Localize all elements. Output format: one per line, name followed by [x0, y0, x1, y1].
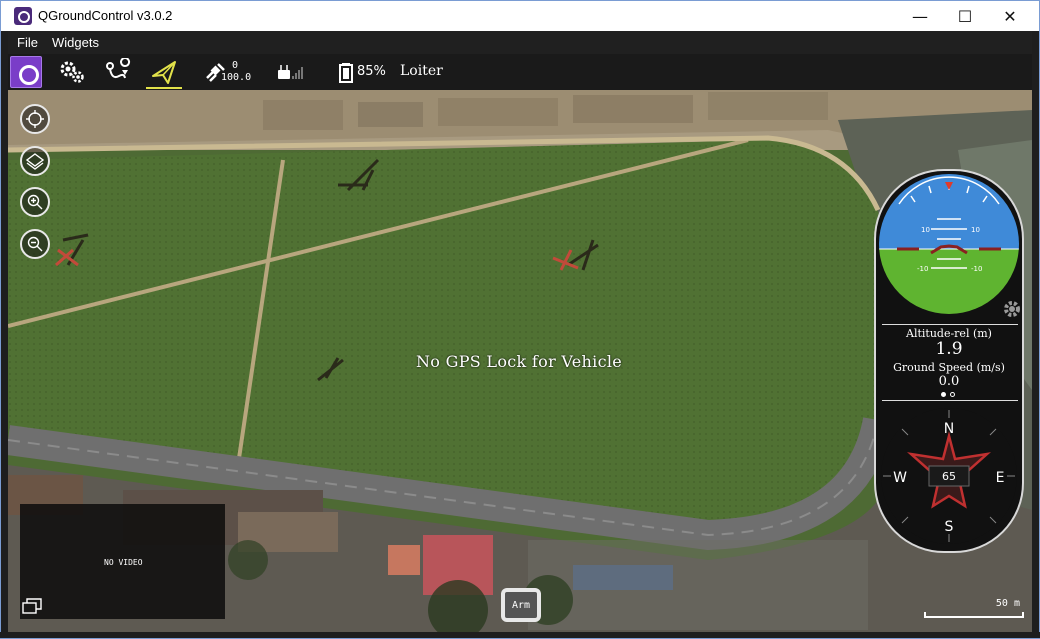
battery-percent: 85%	[357, 64, 386, 79]
map-scale: 50 m	[922, 594, 1026, 622]
window-frame-bottom	[0, 632, 1040, 639]
gps-status-message: No GPS Lock for Vehicle	[416, 352, 623, 371]
scale-bar	[924, 612, 1024, 618]
gps-count: 0	[232, 60, 239, 71]
rc-signal-icon[interactable]	[276, 58, 304, 86]
zoom-in-icon	[27, 194, 43, 210]
compass-rose: N E S W 65	[881, 408, 1017, 544]
ground-speed-label: Ground Speed (m/s)	[893, 361, 1005, 374]
instrument-panel: 10 10 -10 -10 Altitude-rel (m) 1.9 Groun…	[874, 169, 1024, 553]
pitch-tick-label: -10	[971, 265, 982, 273]
instrument-divider	[882, 400, 1018, 401]
ground-speed-value: 0.0	[938, 374, 960, 389]
gps-hdop: 100.0	[221, 72, 252, 83]
menu-bar: File Widgets	[0, 31, 1040, 54]
crosshair-icon	[26, 110, 44, 128]
pitch-tick-label: 10	[971, 226, 980, 234]
window-title: QGroundControl v3.0.2	[38, 8, 173, 23]
video-panel[interactable]: NO VIDEO	[20, 504, 225, 619]
pitch-tick-label: -10	[917, 265, 928, 273]
menu-widgets[interactable]: Widgets	[52, 35, 99, 50]
pitch-tick-label: 10	[921, 226, 930, 234]
altitude-value: 1.9	[935, 339, 963, 359]
heading-value: 65	[942, 470, 956, 483]
instrument-divider	[882, 324, 1018, 325]
close-button[interactable]: ✕	[987, 1, 1033, 31]
map-layers-button[interactable]	[20, 146, 50, 176]
app-logo-icon	[14, 7, 32, 25]
menu-file[interactable]: File	[17, 35, 38, 50]
attitude-indicator: 10 10 -10 -10	[879, 174, 1019, 314]
arm-button[interactable]: Arm	[501, 588, 541, 622]
page-indicator-dot-active[interactable]	[941, 392, 946, 397]
zoom-out-button[interactable]	[20, 229, 50, 259]
no-video-label: NO VIDEO	[104, 558, 143, 567]
compass-south: S	[945, 519, 954, 535]
window-frame-right	[1032, 31, 1040, 639]
page-indicator-dot[interactable]	[950, 392, 955, 397]
center-map-button[interactable]	[20, 104, 50, 134]
plan-waypoint-icon[interactable]	[104, 57, 132, 86]
compass-east: E	[996, 470, 1005, 486]
fly-paper-plane-icon[interactable]	[150, 58, 178, 86]
layers-icon	[26, 153, 44, 170]
window-frame-left	[0, 31, 8, 639]
zoom-in-button[interactable]	[20, 187, 50, 217]
scale-label: 50 m	[995, 598, 1020, 609]
qgc-logo-button[interactable]	[10, 56, 42, 88]
settings-gear-icon[interactable]	[1002, 299, 1022, 319]
active-view-indicator	[146, 87, 182, 89]
flight-mode-selector[interactable]: Loiter	[400, 63, 443, 79]
arm-button-label: Arm	[505, 592, 537, 618]
minimize-button[interactable]: —	[897, 1, 943, 31]
battery-icon[interactable]	[338, 58, 354, 86]
maximize-button[interactable]: ☐	[942, 1, 988, 31]
window-titlebar: QGroundControl v3.0.2 — ☐ ✕	[0, 0, 1040, 31]
pip-toggle-icon[interactable]	[22, 598, 42, 614]
zoom-out-icon	[27, 236, 43, 252]
main-toolbar: 0 100.0 85% Loiter	[8, 54, 1032, 90]
vehicle-setup-gears-icon[interactable]	[58, 58, 86, 86]
compass-west: W	[893, 470, 907, 486]
map-view[interactable]: No GPS Lock for Vehicle NO VIDEO Arm 10 …	[8, 90, 1032, 632]
